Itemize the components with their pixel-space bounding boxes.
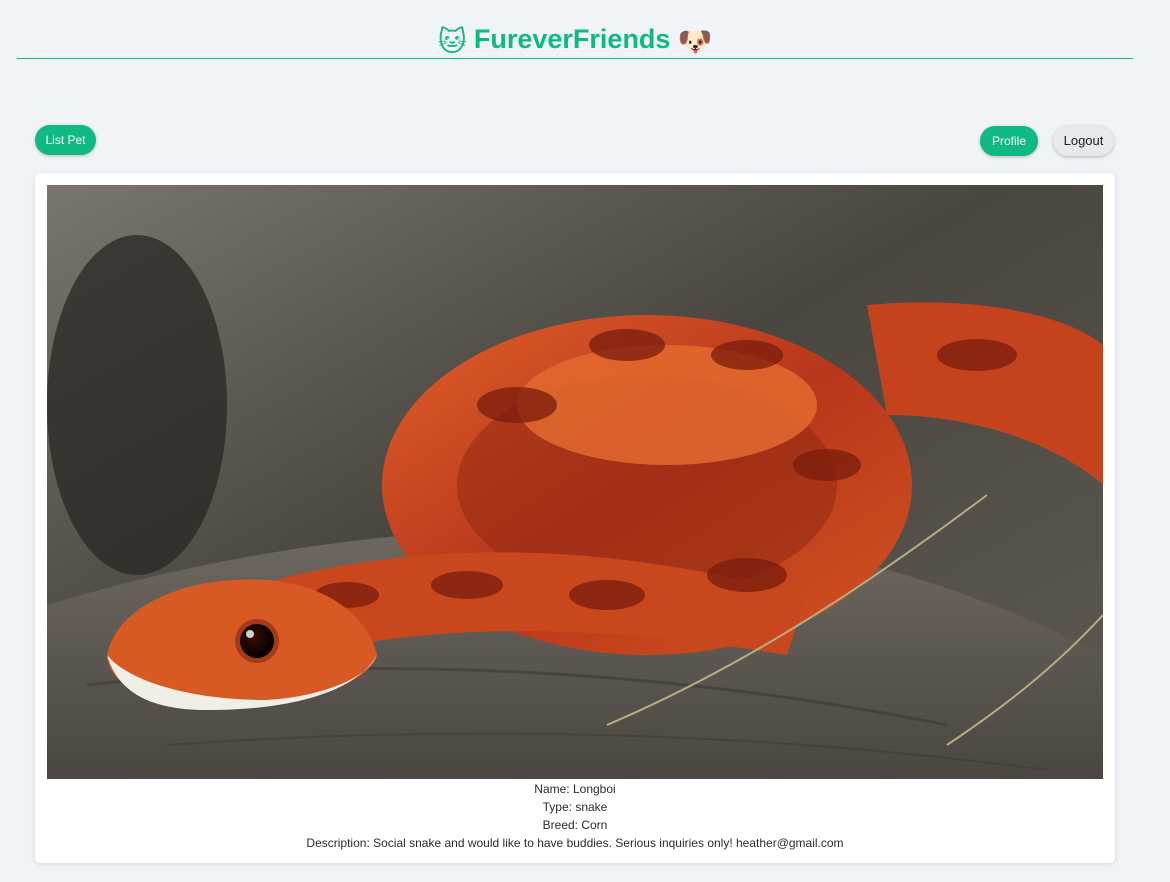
- brand: 🐱 FureverFriends 🐶: [17, 20, 1133, 61]
- pet-details: Name: Longboi Type: snake Breed: Corn De…: [35, 780, 1115, 852]
- profile-button[interactable]: Profile: [980, 126, 1038, 156]
- pet-card: Name: Longboi Type: snake Breed: Corn De…: [35, 173, 1115, 863]
- pet-breed: Breed: Corn: [542, 818, 608, 832]
- pet-name: Name: Longboi: [534, 782, 616, 796]
- pet-description: Description: Social snake and would like…: [306, 836, 844, 850]
- site-title: FureverFriends: [473, 24, 671, 54]
- cat-emoji-icon: 🐱: [437, 26, 467, 57]
- logout-button[interactable]: Logout: [1053, 126, 1114, 156]
- pet-photo: [47, 185, 1103, 779]
- site-header: 🐱 FureverFriends 🐶: [17, 0, 1133, 59]
- list-pet-button[interactable]: List Pet: [35, 125, 96, 155]
- pet-type: Type: snake: [542, 800, 608, 814]
- dog-emoji-icon: 🐶: [677, 26, 713, 57]
